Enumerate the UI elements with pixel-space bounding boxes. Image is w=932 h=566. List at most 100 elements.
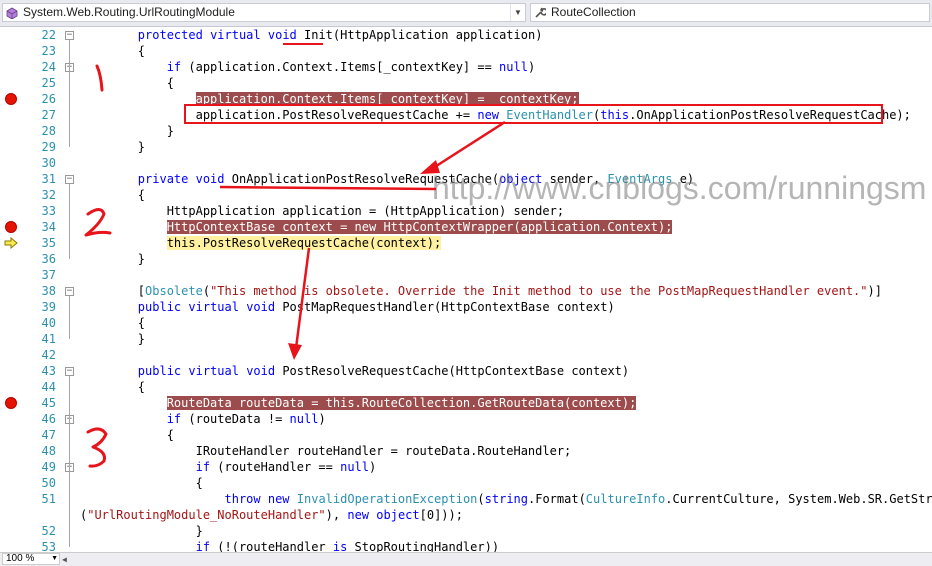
code-line: [Obsolete("This method is obsolete. Over… — [80, 283, 882, 299]
navigation-bar: System.Web.Routing.UrlRoutingModule ▼ Ro… — [0, 0, 932, 27]
line-number: 40 — [41, 316, 56, 330]
code-token: protected — [137, 28, 203, 42]
line-number: 49 — [41, 460, 56, 474]
line-number: 29 — [41, 140, 56, 154]
type-dropdown[interactable]: System.Web.Routing.UrlRoutingModule ▼ — [2, 3, 526, 22]
line-number: 33 — [41, 204, 56, 218]
code-token: { — [80, 44, 146, 58]
line-number: 52 — [41, 524, 56, 538]
status-bar: 100 % ▼ ◀ — [0, 552, 932, 566]
line-number: 37 — [41, 268, 56, 282]
code-token: IRouteHandler routeHandler = routeData.R… — [80, 444, 572, 458]
line-number: 31 — [41, 172, 56, 186]
code-line: { — [80, 379, 145, 395]
code-line: } — [80, 523, 203, 539]
breakpoint-icon[interactable] — [5, 397, 17, 409]
code-line: if (routeData != null) — [80, 411, 326, 427]
zoom-level: 100 % — [6, 553, 35, 564]
code-line: { — [80, 187, 145, 203]
code-token: public — [137, 300, 182, 314]
code-token: } — [80, 124, 174, 138]
breakpoint-icon[interactable] — [5, 93, 17, 105]
outline-guide — [69, 296, 70, 339]
code-token: RouteData routeData = this.RouteCollecti… — [166, 396, 637, 410]
code-token: { — [80, 316, 146, 330]
code-line: if (!(routeHandler is StopRoutingHandler… — [80, 539, 499, 552]
scroll-left-icon[interactable]: ◀ — [62, 555, 74, 564]
collapse-toggle-icon[interactable]: − — [65, 287, 74, 296]
code-line: public virtual void PostResolveRequestCa… — [80, 363, 629, 379]
code-token: ( — [202, 284, 211, 298]
code-token: Init(HttpApplication application) — [296, 28, 543, 42]
code-token: ( — [477, 492, 485, 506]
outline-guide — [69, 72, 70, 131]
line-number: 30 — [41, 156, 56, 170]
code-token: null — [289, 412, 319, 426]
line-number: 28 — [41, 124, 56, 138]
code-line: if (application.Context.Items[_contextKe… — [80, 59, 535, 75]
line-number: 46 — [41, 412, 56, 426]
breakpoint-icon[interactable] — [5, 221, 17, 233]
code-token: PostResolveRequestCache(HttpContextBase … — [275, 364, 630, 378]
code-line: { — [80, 75, 174, 91]
code-token: new — [477, 108, 500, 122]
code-token: (routeData != — [181, 412, 290, 426]
code-token: ), — [325, 508, 348, 522]
chevron-down-icon[interactable]: ▼ — [510, 4, 525, 21]
code-token: is — [332, 540, 348, 552]
code-token: )] — [867, 284, 882, 298]
member-dropdown-value: RouteCollection — [551, 5, 636, 19]
code-token: } — [80, 252, 146, 266]
zoom-dropdown[interactable]: 100 % ▼ — [2, 553, 60, 565]
code-token: this.PostResolveRequestCache(context); — [166, 236, 442, 250]
code-token: virtual — [188, 300, 239, 314]
code-editor[interactable]: protected virtual void Init(HttpApplicat… — [80, 27, 932, 552]
code-token: object — [376, 508, 420, 522]
code-token: new — [267, 492, 290, 506]
line-number: 34 — [41, 220, 56, 234]
code-token: void — [246, 300, 276, 314]
type-dropdown-value: System.Web.Routing.UrlRoutingModule — [23, 5, 235, 19]
code-line: if (routeHandler == null) — [80, 459, 377, 475]
line-number: 42 — [41, 348, 56, 362]
collapse-toggle-icon[interactable]: − — [65, 31, 74, 40]
code-line: HttpContextBase context = new HttpContex… — [80, 219, 673, 235]
code-token: .Format( — [528, 492, 586, 506]
collapse-toggle-icon[interactable]: − — [65, 175, 74, 184]
code-line: } — [80, 331, 145, 347]
code-token: { — [80, 188, 146, 202]
collapse-toggle-icon[interactable]: − — [65, 367, 74, 376]
code-token: ) — [318, 412, 326, 426]
line-number: 38 — [41, 284, 56, 298]
line-number: 44 — [41, 380, 56, 394]
line-number: 47 — [41, 428, 56, 442]
code-token: (routeHandler == — [210, 460, 341, 474]
code-line: this.PostResolveRequestCache(context); — [80, 235, 442, 251]
line-number: 32 — [41, 188, 56, 202]
code-token: } — [80, 332, 146, 346]
code-token: if — [166, 60, 182, 74]
code-token: string — [484, 492, 528, 506]
line-number: 50 — [41, 476, 56, 490]
code-line: { — [80, 475, 203, 491]
member-dropdown[interactable]: RouteCollection — [530, 3, 930, 22]
code-line: ("UrlRoutingModule_NoRouteHandler"), new… — [80, 507, 463, 523]
code-token: if — [195, 460, 211, 474]
code-line: RouteData routeData = this.RouteCollecti… — [80, 395, 637, 411]
code-token: void — [267, 28, 297, 42]
code-token: private — [137, 172, 189, 186]
code-token: new — [347, 508, 370, 522]
watermark: http://www.cnblogs.com/runningsm — [432, 170, 927, 206]
